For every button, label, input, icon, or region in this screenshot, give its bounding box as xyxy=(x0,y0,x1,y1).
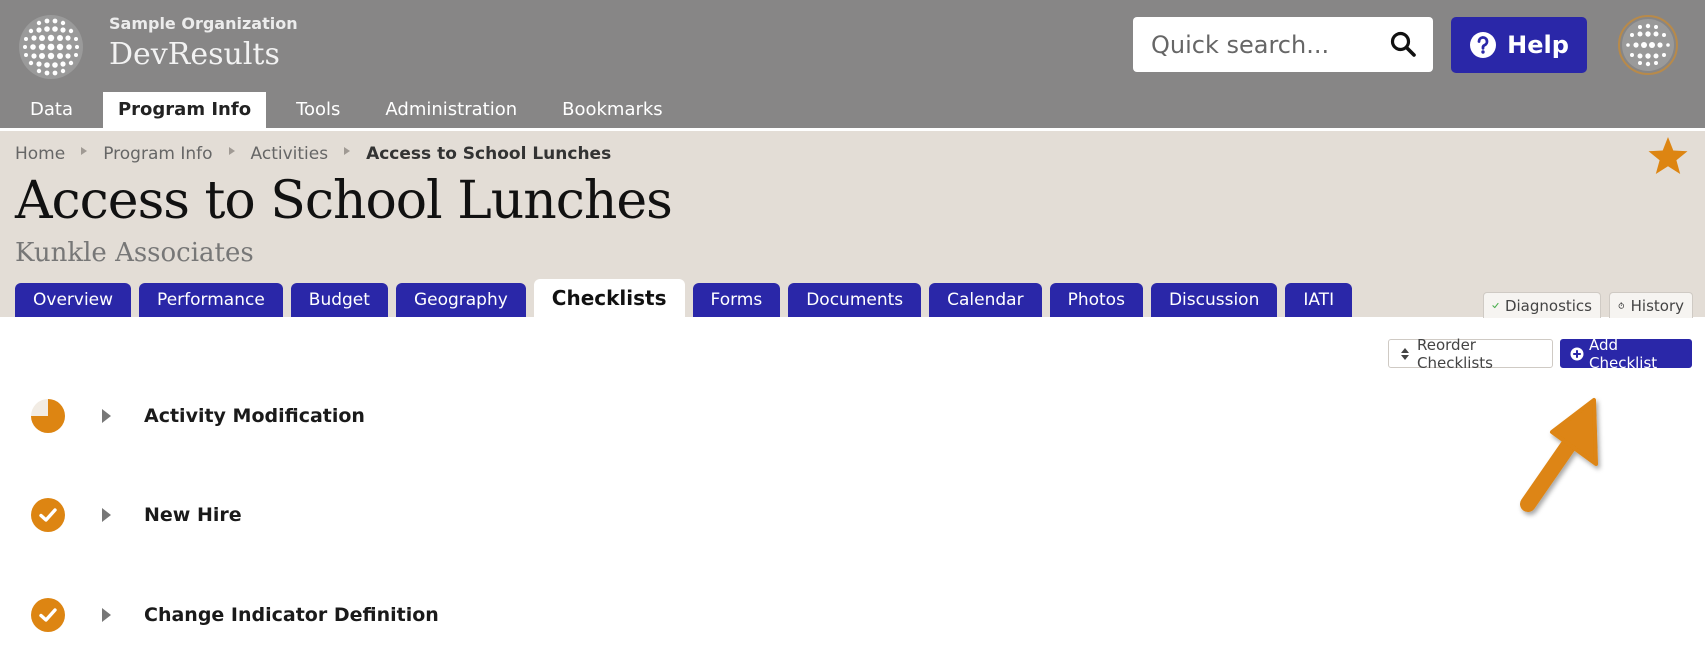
user-avatar-globe-icon xyxy=(1622,19,1674,71)
plus-circle-icon xyxy=(1570,347,1584,360)
tab-geography[interactable]: Geography xyxy=(395,283,526,317)
nav-item-bookmarks[interactable]: Bookmarks xyxy=(547,92,678,128)
nav-item-data[interactable]: Data xyxy=(15,92,88,128)
tab-documents[interactable]: Documents xyxy=(788,283,922,317)
reorder-checklists-label: Reorder Checklists xyxy=(1417,335,1493,372)
tab-performance[interactable]: Performance xyxy=(139,283,283,317)
nav-item-administration[interactable]: Administration xyxy=(370,92,532,128)
breadcrumb-home[interactable]: Home xyxy=(15,144,65,164)
nav-item-tools[interactable]: Tools xyxy=(281,92,355,128)
quick-search-input[interactable] xyxy=(1151,27,1371,63)
tab-calendar[interactable]: Calendar xyxy=(929,283,1042,317)
breadcrumb-separator-icon xyxy=(81,147,88,155)
annotation-arrow-icon xyxy=(1520,398,1598,512)
progress-pie-icon xyxy=(31,399,65,433)
tab-photos[interactable]: Photos xyxy=(1049,283,1143,317)
complete-check-icon xyxy=(31,598,65,632)
page-subtitle: Kunkle Associates xyxy=(15,238,254,268)
main-navigation: Data Program Info Tools Administration B… xyxy=(0,92,693,128)
activity-tabs: Overview Performance Budget Geography Ch… xyxy=(15,279,1360,317)
expand-caret-icon[interactable] xyxy=(102,508,111,522)
breadcrumb-current: Access to School Lunches xyxy=(366,144,612,164)
organization-name: Sample Organization xyxy=(109,14,298,33)
complete-check-icon xyxy=(31,498,65,532)
reorder-checklists-button[interactable]: Reorder Checklists xyxy=(1388,336,1553,372)
search-icon[interactable] xyxy=(1389,30,1417,58)
breadcrumb-activities[interactable]: Activities xyxy=(251,144,329,164)
question-circle-icon xyxy=(1470,32,1497,58)
expand-caret-icon[interactable] xyxy=(102,608,111,622)
top-header: Sample Organization DevResults Help xyxy=(0,0,1705,128)
tab-discussion[interactable]: Discussion xyxy=(1150,283,1278,317)
breadcrumb-separator-icon xyxy=(344,147,351,155)
nav-item-program-info[interactable]: Program Info xyxy=(102,92,267,128)
user-avatar[interactable] xyxy=(1618,15,1678,75)
devresults-logo-icon[interactable] xyxy=(17,13,85,81)
page-title: Access to School Lunches xyxy=(15,171,673,231)
diagnostics-tab-label: Diagnostics xyxy=(1504,296,1592,315)
check-icon xyxy=(1492,302,1499,309)
tab-budget[interactable]: Budget xyxy=(290,283,388,317)
checklist-name: Change Indicator Definition xyxy=(144,604,439,626)
breadcrumb: Home Program Info Activities Access to S… xyxy=(15,144,611,164)
checklist-row[interactable]: Activity Modification xyxy=(30,398,730,438)
tab-iati[interactable]: IATI xyxy=(1285,283,1353,317)
page-header: Home Program Info Activities Access to S… xyxy=(0,131,1705,318)
help-button-label: Help xyxy=(1507,31,1569,59)
expand-caret-icon[interactable] xyxy=(102,409,111,423)
checklist-row[interactable]: Change Indicator Definition xyxy=(30,597,730,637)
sort-icon xyxy=(1401,347,1409,360)
tab-forms[interactable]: Forms xyxy=(692,283,781,317)
stopwatch-icon xyxy=(1618,302,1625,309)
checklist-name: New Hire xyxy=(144,504,242,526)
checklist-row[interactable]: New Hire xyxy=(30,497,730,537)
app-name: DevResults xyxy=(109,37,280,72)
tab-overview[interactable]: Overview xyxy=(15,283,132,317)
tab-checklists[interactable]: Checklists xyxy=(533,279,685,317)
diagnostics-tab[interactable]: Diagnostics xyxy=(1483,292,1601,318)
quick-search-box xyxy=(1133,17,1433,72)
history-tab[interactable]: History xyxy=(1609,292,1693,318)
checklist-name: Activity Modification xyxy=(144,405,365,427)
help-button[interactable]: Help xyxy=(1451,17,1587,73)
add-checklist-button[interactable]: Add Checklist xyxy=(1560,336,1692,372)
breadcrumb-separator-icon xyxy=(228,147,235,155)
add-checklist-label: Add Checklist xyxy=(1589,335,1658,372)
bookmark-star-icon[interactable] xyxy=(1646,134,1690,178)
history-tab-label: History xyxy=(1630,296,1684,315)
breadcrumb-program-info[interactable]: Program Info xyxy=(103,144,212,164)
